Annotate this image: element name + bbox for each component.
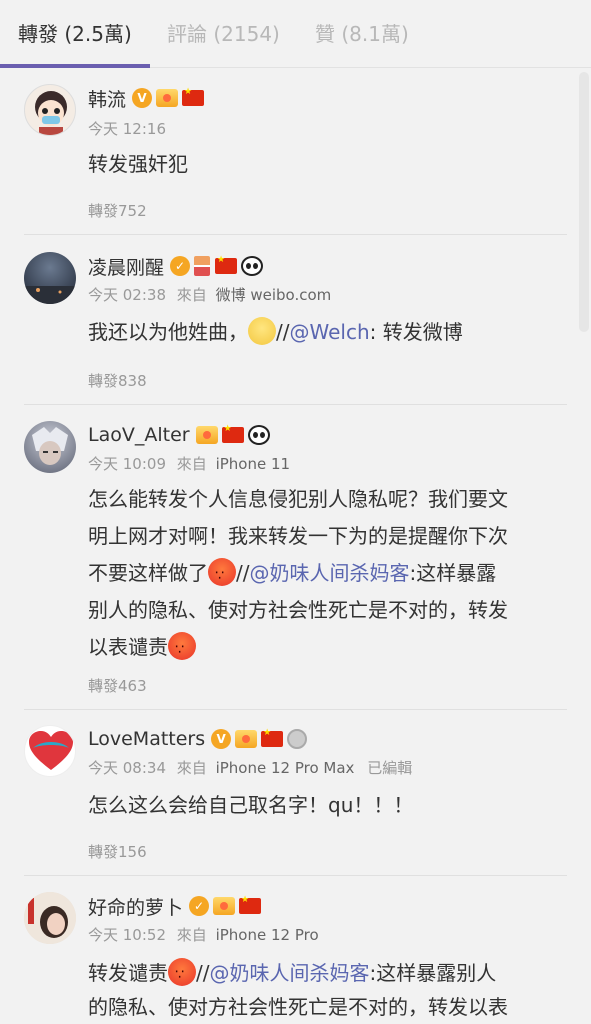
scrollbar-thumb[interactable] [579, 72, 589, 332]
level-badge-icon [287, 729, 308, 749]
crown-icon [213, 897, 236, 915]
repost-count[interactable]: 轉發463 [88, 675, 147, 696]
china-flag-icon [221, 424, 244, 443]
avatar[interactable] [24, 84, 76, 136]
post-meta: 今天 02:38 來自 微博 weibo.com [88, 284, 331, 305]
repost-separator: // [276, 320, 290, 344]
username[interactable]: 凌晨刚醒 [88, 253, 164, 280]
mention-link[interactable]: @奶味人间杀妈客 [209, 961, 369, 985]
active-tab-indicator [0, 64, 150, 68]
panda-icon [247, 425, 270, 445]
angry-emoji-icon [208, 558, 236, 595]
user-row: LaoV_Alter [88, 421, 274, 449]
post-content: 转发强奸犯 [88, 146, 568, 182]
china-flag-icon [182, 87, 205, 106]
username[interactable]: 好命的萝卜 [88, 893, 183, 920]
divider [24, 404, 567, 405]
post-content: 怎么能转发个人信息侵犯别人隐私呢？我们要文 明上网才对啊！我来转发一下为的是提醒… [88, 481, 568, 669]
post-source[interactable]: iPhone 11 [216, 455, 291, 473]
user-row: 好命的萝卜 ✓ [88, 892, 265, 920]
post-content: 我还以为他姓曲， //@Welch: 转发微博 [88, 314, 568, 350]
china-flag-icon [261, 728, 284, 747]
divider [24, 709, 567, 710]
avatar[interactable] [24, 252, 76, 304]
verified-icon: V [132, 88, 153, 108]
post-text-line: 以表谴责 [88, 629, 568, 669]
post-meta: 今天 08:34 來自 iPhone 12 Pro Max 已編輯 [88, 757, 412, 778]
source-prefix: 來自 [176, 455, 207, 473]
username[interactable]: LaoV_Alter [88, 424, 190, 446]
repost-separator: // [236, 561, 250, 585]
post-source[interactable]: iPhone 12 Pro Max [216, 759, 355, 777]
username[interactable]: LoveMatters [88, 728, 205, 750]
avatar[interactable] [24, 892, 76, 944]
repost-count[interactable]: 轉發752 [88, 200, 147, 221]
post-text: : 转发微博 [369, 320, 463, 344]
tab-likes[interactable]: 贊 (8.1萬) [315, 20, 409, 48]
post-text: 我还以为他姓曲， [88, 320, 248, 344]
user-row: 凌晨刚醒 ✓ [88, 252, 267, 280]
source-prefix: 來自 [176, 286, 207, 304]
verified-icon: ✓ [170, 256, 191, 276]
post-text: 转发谴责 [88, 961, 168, 985]
post-time: 今天 08:34 [88, 759, 166, 777]
mention-link[interactable]: @奶味人间杀妈客 [249, 561, 409, 585]
post-time: 今天 02:38 [88, 286, 166, 304]
post-meta: 今天 10:09 來自 iPhone 11 [88, 453, 290, 474]
hourglass-icon [194, 256, 211, 276]
crown-icon [156, 89, 179, 107]
source-prefix: 來自 [176, 926, 207, 944]
mention-link[interactable]: @Welch [289, 320, 369, 344]
tab-reposts[interactable]: 轉發 (2.5萬) [18, 20, 132, 48]
thinking-emoji-icon [248, 317, 276, 345]
user-row: 韩流 V [88, 84, 208, 112]
post-text: :这样暴露别人 [369, 961, 497, 985]
angry-emoji-icon [168, 958, 196, 992]
avatar[interactable] [24, 421, 76, 473]
china-flag-icon [239, 895, 262, 914]
avatar[interactable] [24, 725, 76, 777]
post-text: :这样暴露 [409, 561, 497, 585]
post-text-line: 转发谴责 //@奶味人间杀妈客:这样暴露别人 [88, 956, 568, 992]
user-row: LoveMatters V [88, 725, 311, 753]
post-time: 今天 12:16 [88, 120, 166, 138]
post-content: 怎么这么会给自己取名字！qu！！！ [88, 787, 568, 823]
divider [24, 234, 567, 235]
crown-icon [235, 730, 258, 748]
edited-label: 已編輯 [367, 759, 413, 777]
post-text-line: 的隐私、使对方社会性死亡是不对的，转发以表 [88, 995, 508, 1019]
repost-count[interactable]: 轉發838 [88, 370, 147, 391]
post-text: 不要这样做了 [88, 561, 208, 585]
post-text: 以表谴责 [88, 635, 168, 659]
post-meta: 今天 10:52 來自 iPhone 12 Pro [88, 924, 319, 945]
post-time: 今天 10:52 [88, 926, 166, 944]
post-text-line: 明上网才对啊！我来转发一下为的是提醒你下次 [88, 524, 508, 548]
divider [24, 875, 567, 876]
post-content: 转发谴责 //@奶味人间杀妈客:这样暴露别人 的隐私、使对方社会性死亡是不对的，转… [88, 956, 568, 1024]
crown-icon [195, 426, 218, 444]
post-text-line: 别人的隐私、使对方社会性死亡是不对的，转发 [88, 598, 508, 622]
post-text-line: 怎么能转发个人信息侵犯别人隐私呢？我们要文 [88, 487, 508, 511]
angry-emoji-icon [168, 632, 196, 669]
source-prefix: 來自 [176, 759, 207, 777]
post-text-line: 不要这样做了 //@奶味人间杀妈客:这样暴露 [88, 555, 568, 595]
tab-comments[interactable]: 評論 (2154) [167, 20, 280, 48]
repost-count[interactable]: 轉發156 [88, 841, 147, 862]
post-source[interactable]: 微博 weibo.com [216, 286, 332, 304]
tab-bar: 轉發 (2.5萬) 評論 (2154) 贊 (8.1萬) [0, 0, 591, 68]
verified-icon: ✓ [189, 896, 210, 916]
repost-separator: // [196, 961, 210, 985]
post-text: 转发强奸犯 [88, 152, 188, 176]
post-meta: 今天 12:16 [88, 118, 166, 139]
post-source[interactable]: iPhone 12 Pro [216, 926, 319, 944]
username[interactable]: 韩流 [88, 85, 126, 112]
post-time: 今天 10:09 [88, 455, 166, 473]
panda-icon [241, 256, 264, 276]
china-flag-icon [215, 255, 238, 274]
post-text: 怎么这么会给自己取名字！qu！！！ [88, 793, 414, 817]
verified-icon: V [211, 729, 232, 749]
